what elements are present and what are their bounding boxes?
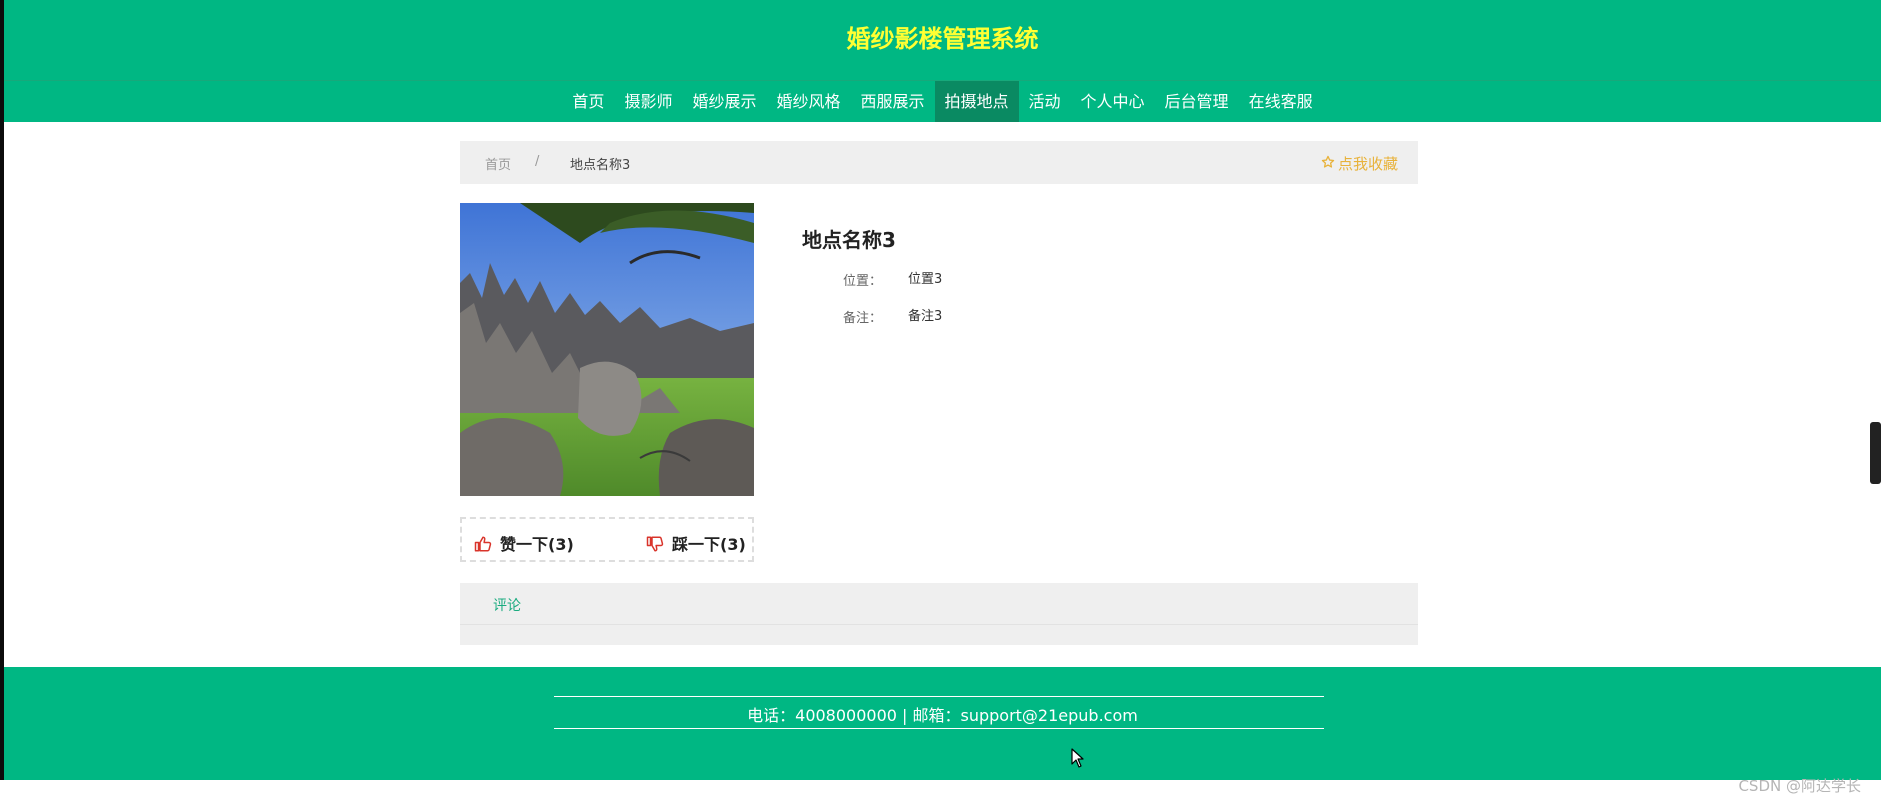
location-title: 地点名称3: [802, 228, 896, 252]
breadcrumb-separator: /: [535, 154, 540, 169]
page: 婚纱影楼管理系统 首页 摄影师 婚纱展示 婚纱风格 西服展示 拍摄地点 活动 个…: [0, 0, 1881, 805]
nav-item-activities[interactable]: 活动: [1019, 81, 1071, 122]
breadcrumb-home-link[interactable]: 首页: [485, 154, 511, 173]
dislike-button[interactable]: 踩一下(3): [646, 531, 746, 555]
favorite-button[interactable]: 点我收藏: [1321, 153, 1398, 174]
field-value-remark: 备注3: [908, 309, 943, 324]
dislike-label: 踩一下(3): [672, 535, 746, 554]
nav-item-wedding-dresses[interactable]: 婚纱展示: [682, 81, 766, 122]
footer-contact: 电话：4008000000 | 邮箱：support@21epub.com: [747, 706, 1138, 725]
site-header: 婚纱影楼管理系统: [4, 0, 1881, 81]
like-label: 赞一下(3): [500, 535, 574, 554]
nav-item-user-center[interactable]: 个人中心: [1071, 81, 1155, 122]
vote-box: 赞一下(3) 踩一下(3): [460, 517, 754, 562]
footer-divider-top: [554, 696, 1324, 697]
main-nav: 首页 摄影师 婚纱展示 婚纱风格 西服展示 拍摄地点 活动 个人中心 后台管理 …: [4, 81, 1881, 122]
footer-divider-bottom: [554, 728, 1324, 729]
field-label-remark: 备注：: [843, 311, 883, 326]
nav-item-suits[interactable]: 西服展示: [850, 81, 934, 122]
nav-item-home[interactable]: 首页: [562, 81, 614, 122]
favorite-label: 点我收藏: [1337, 155, 1398, 173]
mouse-cursor-icon: [1071, 748, 1085, 772]
thumbs-down-icon: [646, 536, 664, 552]
location-photo: [460, 203, 754, 496]
nav-item-support[interactable]: 在线客服: [1239, 81, 1323, 122]
scrollbar-thumb[interactable]: [1870, 422, 1881, 484]
star-icon: [1321, 155, 1335, 173]
watermark: CSDN @阿达学长: [1738, 777, 1861, 795]
comment-divider: [460, 624, 1418, 625]
thumbs-up-icon: [474, 536, 492, 552]
field-value-position: 位置3: [908, 272, 943, 287]
tab-comments[interactable]: 评论: [493, 595, 521, 615]
site-footer: 电话：4008000000 | 邮箱：support@21epub.com: [4, 667, 1881, 780]
like-button[interactable]: 赞一下(3): [474, 531, 574, 555]
nav-item-photographers[interactable]: 摄影师: [614, 81, 682, 122]
page-bottom: [0, 780, 1881, 805]
breadcrumb: 首页 / 地点名称3 点我收藏: [460, 141, 1418, 184]
comment-section: 评论: [460, 583, 1418, 645]
nav-item-shooting-locations[interactable]: 拍摄地点: [934, 81, 1019, 122]
field-label-position: 位置：: [843, 274, 883, 289]
breadcrumb-current: 地点名称3: [570, 158, 631, 173]
nav-item-admin[interactable]: 后台管理: [1155, 81, 1239, 122]
site-title: 婚纱影楼管理系统: [846, 25, 1039, 53]
nav-item-dress-styles[interactable]: 婚纱风格: [766, 81, 850, 122]
